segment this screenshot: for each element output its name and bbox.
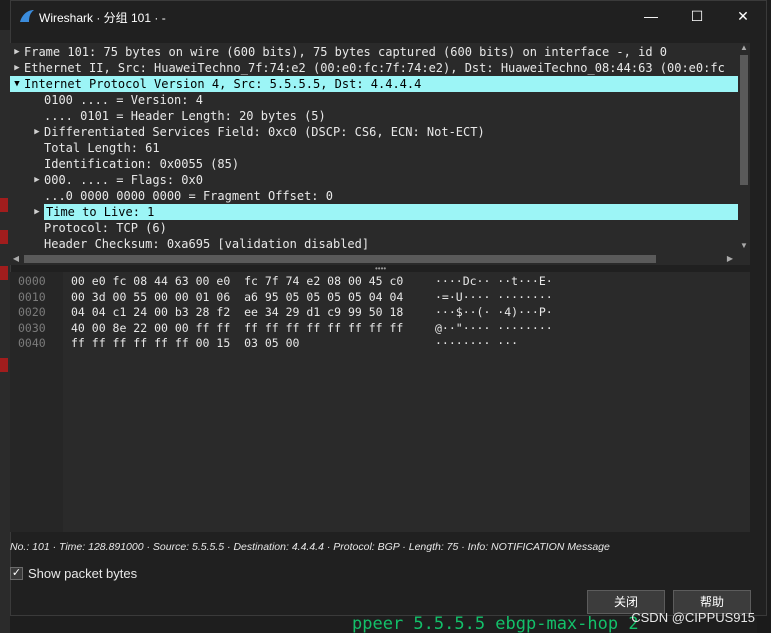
ascii-bytes[interactable]: @··"···· ········ [435,321,553,336]
background-marker [0,266,8,280]
hex-bytes[interactable]: 00 e0 fc 08 44 63 00 e0 fc 7f 74 e2 08 0… [71,274,403,289]
tree-row[interactable]: Identification: 0x0055 (85) [10,156,738,172]
wireshark-fin-icon [20,10,34,22]
tree-row-label: Protocol: TCP (6) [44,221,167,235]
background-app-left [0,30,10,633]
tree-row[interactable]: ▶ Frame 101: 75 bytes on wire (600 bits),… [10,44,738,60]
collapsed-arrow-icon[interactable]: ▶ [12,44,22,60]
collapsed-arrow-icon[interactable]: ▶ [32,204,42,220]
show-bytes-checkbox[interactable]: ✓ [10,567,23,580]
tree-row-label: Frame 101: 75 bytes on wire (600 bits), … [24,45,667,59]
tree-row-label: Differentiated Services Field: 0xc0 (DSC… [44,125,485,139]
tree-row-label: Header Checksum: 0xa695 [validation disa… [44,237,370,251]
byte-offset: 0040 [18,336,46,350]
expanded-arrow-icon[interactable]: ▼ [12,76,22,92]
tree-row-label: Identification: 0x0055 (85) [44,157,240,171]
tree-row-label: .... 0101 = Header Length: 20 bytes (5) [44,109,326,123]
ascii-bytes[interactable]: ·=·U···· ········ [435,290,553,305]
tree-row[interactable]: 0100 .... = Version: 4 [10,92,738,108]
background-marker [0,230,8,244]
hex-bytes[interactable]: 40 00 8e 22 00 00 ff ff ff ff ff ff ff f… [71,321,403,336]
ascii-bytes[interactable]: ····Dc·· ··t···E· [435,274,553,289]
tree-row-label: Time to Live: 1 [46,205,155,219]
show-bytes-label[interactable]: Show packet bytes [28,566,137,581]
minimize-button[interactable]: — [628,1,674,31]
title-bar[interactable]: Wireshark · 分组 101 · - — ☐ ✕ [11,1,766,31]
byte-offset: 0030 [18,320,46,335]
tree-row[interactable]: Total Length: 61 [10,140,738,156]
hex-bytes[interactable]: 04 04 c1 24 00 b3 28 f2 ee 34 29 d1 c9 9… [71,305,403,320]
packet-details-tree[interactable]: ▶ Frame 101: 75 bytes on wire (600 bits),… [10,43,738,253]
watermark: CSDN @CIPPUS915 [631,610,755,625]
tree-row[interactable]: ▶ Differentiated Services Field: 0xc0 (DS… [10,124,738,140]
tree-row[interactable]: ▶ Time to Live: 1 [34,204,738,220]
tree-row-label: Total Length: 61 [44,141,160,155]
details-vertical-scrollbar[interactable]: ▲ ▼ [738,43,750,253]
tree-row[interactable]: ▶ Ethernet II, Src: HuaweiTechno_7f:74:e2… [10,60,738,76]
background-marker [0,198,8,212]
tree-row-label: Internet Protocol Version 4, Src: 5.5.5.… [24,77,422,91]
tree-row[interactable]: Header Checksum: 0xa695 [validation disa… [10,236,738,252]
tree-row-label: 000. .... = Flags: 0x0 [44,173,203,187]
hex-bytes[interactable]: 00 3d 00 55 00 00 01 06 a6 95 05 05 05 0… [71,290,403,305]
window-title: Wireshark · 分组 101 · - [39,11,166,25]
tree-row[interactable]: Protocol: TCP (6) [10,220,738,236]
maximize-button[interactable]: ☐ [674,1,720,31]
scroll-up-icon[interactable]: ▲ [738,43,750,52]
collapsed-arrow-icon[interactable]: ▶ [32,124,42,140]
tree-row[interactable]: ▼ Internet Protocol Version 4, Src: 5.5.5… [10,76,738,92]
scrollbar-thumb[interactable] [24,255,656,263]
ascii-bytes[interactable]: ········ ··· [435,336,518,351]
close-window-button[interactable]: ✕ [720,1,766,31]
tree-row[interactable]: ...0 0000 0000 0000 = Fragment Offset: 0 [10,188,738,204]
byte-offset: 0020 [18,305,46,319]
ascii-bytes[interactable]: ···$··(· ·4)···P· [435,305,553,320]
packet-summary-status: No.: 101 · Time: 128.891000 · Source: 5.… [10,541,610,553]
tree-row[interactable]: ▶ 000. .... = Flags: 0x0 [10,172,738,188]
tree-row-label: 0100 .... = Version: 4 [44,93,203,107]
scroll-left-icon[interactable]: ◀ [10,254,22,263]
collapsed-arrow-icon[interactable]: ▶ [12,60,22,76]
scroll-down-icon[interactable]: ▼ [738,241,750,250]
byte-offset: 0010 [18,289,46,304]
hex-bytes[interactable]: ff ff ff ff ff ff 00 15 03 05 00 [71,336,299,351]
scrollbar-thumb[interactable] [740,55,748,185]
packet-bytes-pane[interactable]: 0000 00 e0 fc 08 44 63 00 e0 fc 7f 74 e2 … [10,272,750,532]
background-marker [0,358,8,372]
tree-row-label: ...0 0000 0000 0000 = Fragment Offset: 0 [44,189,333,203]
scroll-right-icon[interactable]: ▶ [724,254,736,263]
tree-row[interactable]: .... 0101 = Header Length: 20 bytes (5) [10,108,738,124]
collapsed-arrow-icon[interactable]: ▶ [32,172,42,188]
tree-row-label: Ethernet II, Src: HuaweiTechno_7f:74:e2 … [24,61,725,75]
byte-offset: 0000 [18,274,46,288]
